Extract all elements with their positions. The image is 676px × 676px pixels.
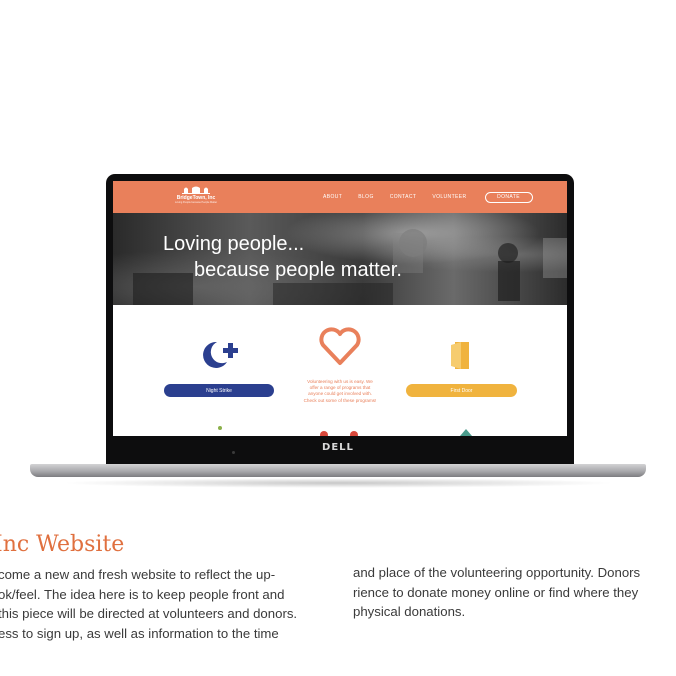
site-nav-links: ABOUT BLOG CONTACT VOLUNTEER DONATE — [323, 181, 533, 213]
logo-tagline: Loving People because People Matter — [174, 201, 218, 204]
page-title: Inc Website — [0, 532, 125, 557]
programs-section: Night Strike Volunteering with us is eas… — [113, 305, 567, 436]
hero-banner: Loving people... because people matter. — [113, 213, 567, 305]
donate-button[interactable]: DONATE — [484, 191, 533, 203]
door-icon — [451, 342, 469, 369]
hero-line-2: because people matter. — [194, 259, 402, 281]
laptop-screen: BridgeTown, Inc Loving People because Pe… — [113, 181, 567, 436]
first-door-button[interactable]: First Door — [406, 384, 517, 397]
hands-logo-icon — [182, 186, 210, 194]
nav-volunteer[interactable]: VOLUNTEER — [432, 194, 466, 200]
moon-cross-icon — [203, 341, 238, 368]
site-header: BridgeTown, Inc Loving People because Pe… — [113, 181, 567, 213]
laptop-shadow — [60, 478, 616, 488]
laptop-brand-logo: DELL — [322, 442, 354, 453]
partial-icons-row — [218, 426, 472, 436]
description-right-column: and place of the volunteering opportunit… — [353, 565, 641, 619]
laptop-base — [30, 464, 646, 477]
programs-intro-text: Volunteering with us is easy. We offer a… — [303, 379, 377, 403]
night-strike-button[interactable]: Night Strike — [164, 384, 274, 397]
heart-icon — [319, 327, 361, 365]
nav-contact[interactable]: CONTACT — [390, 194, 417, 200]
description-left-column: come a new and fresh website to reflect … — [0, 567, 298, 641]
hero-line-1: Loving people... — [163, 233, 305, 255]
nav-blog[interactable]: BLOG — [358, 194, 374, 200]
nav-about[interactable]: ABOUT — [323, 194, 342, 200]
site-logo[interactable]: BridgeTown, Inc Loving People because Pe… — [161, 185, 231, 204]
